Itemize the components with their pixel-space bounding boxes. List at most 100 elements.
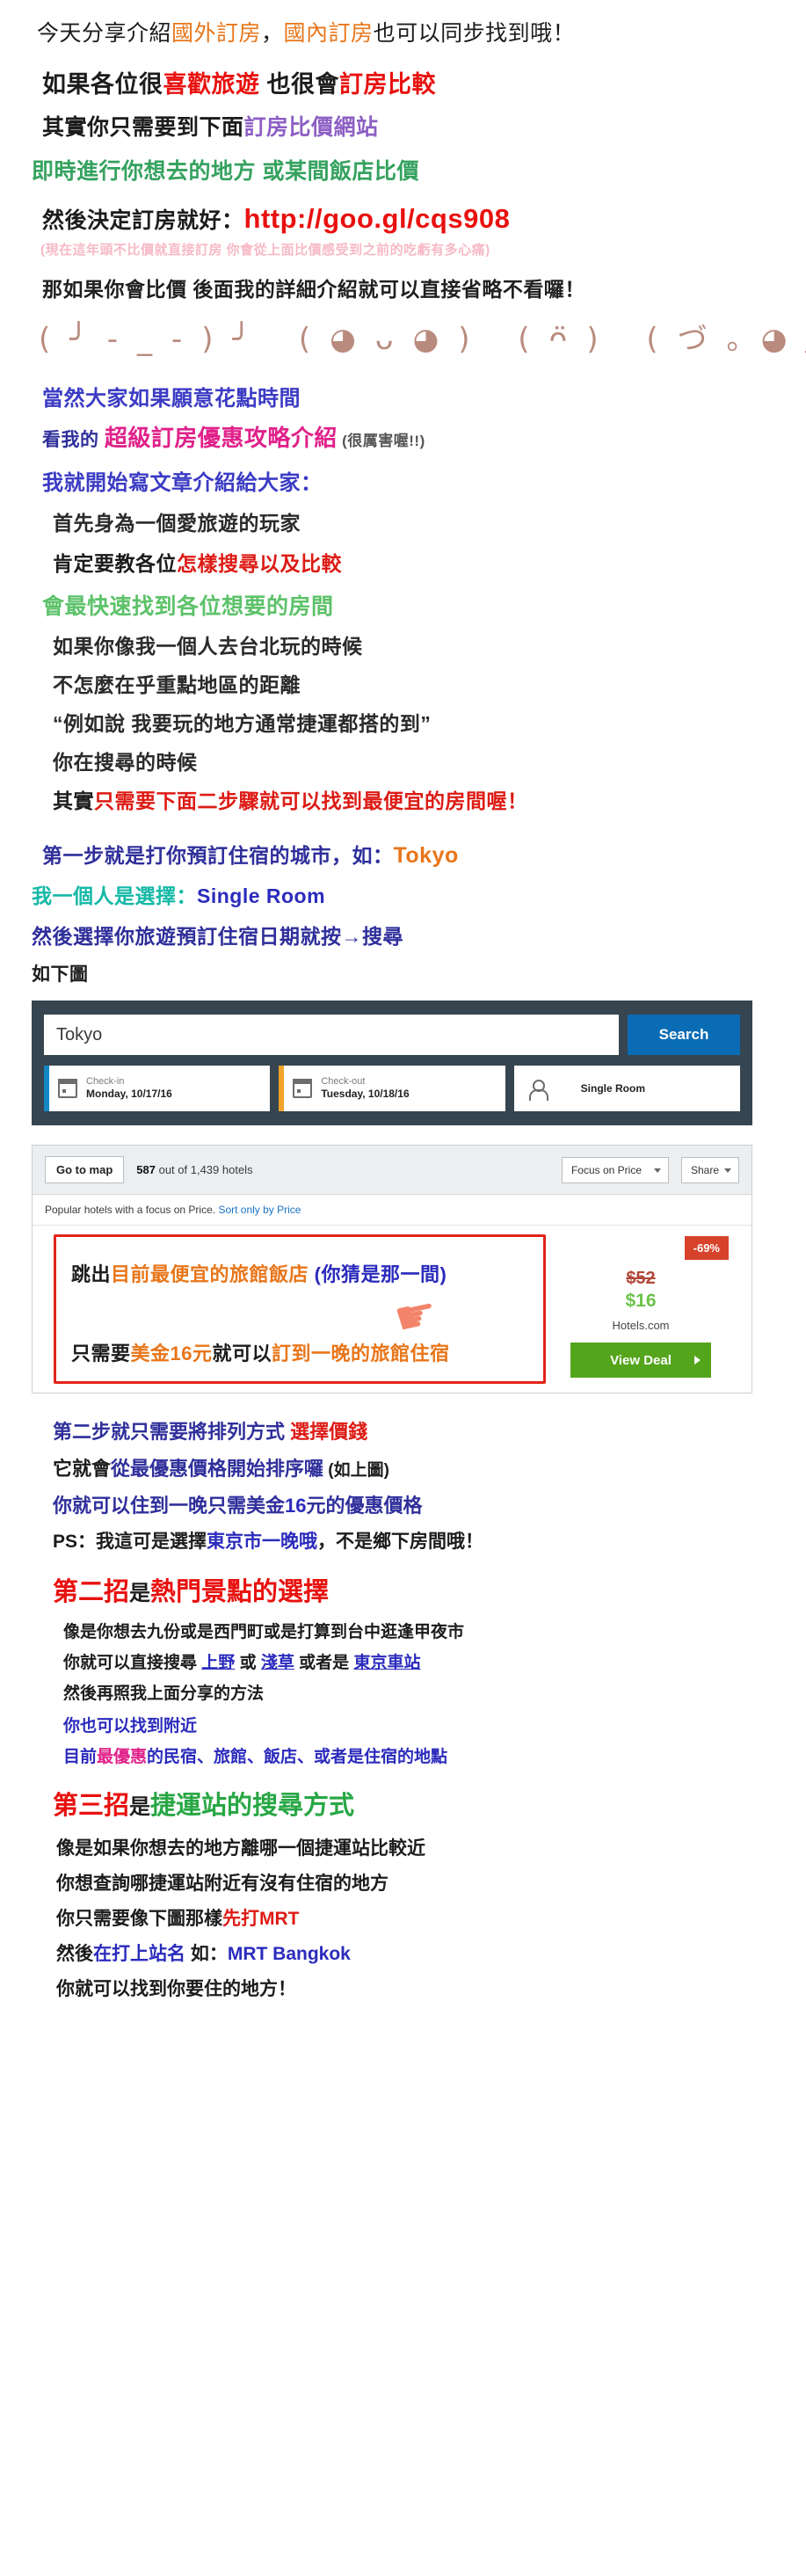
price-current: $16 <box>625 1291 657 1311</box>
page-title: 今天分享介紹國外訂房，國內訂房也可以同步找到哦！ <box>0 0 806 56</box>
step2-line-2: 它就會從最優惠價格開始排序囉 (如上圖) <box>0 1446 806 1483</box>
sort-only-by-price-link[interactable]: Sort only by Price <box>218 1204 301 1216</box>
view-deal-button[interactable]: View Deal <box>570 1343 711 1378</box>
results-count: 587 out of 1,439 hotels <box>136 1163 252 1176</box>
trick2-line-2: 你就可以直接搜尋 上野 或 淺草 或者是 東京車站 <box>0 1644 806 1675</box>
results-toolbar: Go to map 587 out of 1,439 hotels Focus … <box>33 1146 752 1195</box>
trick2-heading: 第二招是熱門景點的選擇 <box>0 1555 806 1612</box>
step2-line-3-a: 你就可以住到 <box>53 1495 170 1517</box>
title-part-3: 國內訂房 <box>283 21 374 46</box>
intro-line-13: 如果你像我一個人去台北玩的時候 <box>53 635 363 658</box>
checkin-text: Check-in Monday, 10/17/16 <box>86 1076 172 1102</box>
trick3-heading-a: 第三招 <box>53 1792 130 1820</box>
trick2-line-2-c: 或 <box>235 1654 261 1672</box>
price-column: -69% $52 $16 Hotels.com View Deal <box>553 1236 729 1378</box>
intro-line-url: 然後決定訂房就好：http://goo.gl/cqs908 <box>0 191 806 236</box>
annotation-line-2: 只需要美金16元就可以訂到一晚的旅館住宿 <box>71 1338 450 1366</box>
trick3-line-4-c: 如： <box>185 1944 228 1964</box>
trick2-heading-b: 是 <box>129 1582 151 1605</box>
step2-line-1-a: 第二步就只需要將排列方式 <box>53 1421 291 1443</box>
hotel-search-widget[interactable]: Search Check-in Monday, 10/17/16 Check-o… <box>32 1001 752 1125</box>
step2-line-4-c: ，不是鄉下房間哦！ <box>317 1532 484 1552</box>
intro-line-3: 即時進行你想去的地方 或某間飯店比價 <box>32 159 419 184</box>
focus-on-price-label: Focus on Price <box>570 1163 643 1176</box>
step2-line-2-b: 從最優惠價格開始排序囉 <box>111 1458 324 1480</box>
booking-site-url[interactable]: http://goo.gl/cqs908 <box>244 203 511 234</box>
trick3-mrt-hint: 先打MRT <box>222 1909 300 1929</box>
intro-line-15: “例如說 我要玩的地方通常捷運都搭的到” <box>53 712 432 735</box>
intro-line-11-b: 怎樣搜尋以及比較 <box>177 552 342 575</box>
calendar-icon <box>58 1079 77 1098</box>
step2-line-3: 你就可以住到一晚只需美金16元的優惠價格 <box>0 1483 806 1520</box>
checkin-value: Monday, 10/17/16 <box>86 1088 172 1101</box>
annotation-line-1-b: 目前最便宜的旅館飯店 <box>111 1263 309 1285</box>
trick2-line-5-b: 最優惠 <box>97 1748 148 1766</box>
intro-line-11-a: 肯定要教各位 <box>53 552 177 575</box>
intro-line-8: 看我的 超級訂房優惠攻略介紹 (很厲害喔!!) <box>0 413 806 455</box>
trick2-line-2-a: 你就可以直接搜尋 <box>63 1654 202 1672</box>
annotation-line-1: 跳出目前最便宜的旅館飯店 (你猜是那一間) <box>71 1259 447 1287</box>
annotation-line-1-a: 跳出 <box>71 1263 112 1285</box>
intro-line-10: 首先身為一個愛旅遊的玩家 <box>53 512 301 535</box>
go-to-map-button[interactable]: Go to map <box>45 1156 125 1183</box>
chevron-right-icon <box>694 1356 701 1364</box>
intro-line-7: 當然大家如果願意花點時間 <box>42 387 301 411</box>
focus-on-price-select[interactable]: Focus on Price <box>561 1156 669 1183</box>
step2-line-1-b: 選擇價錢 <box>290 1421 368 1443</box>
step1-city: Tokyo <box>393 843 459 868</box>
results-count-shown: 587 <box>136 1163 156 1176</box>
intro-line-1-d: 訂房比較 <box>339 71 437 98</box>
trick2-line-5-c: 的民宿、旅館、飯店、或者是住宿的地點 <box>147 1748 448 1766</box>
checkout-label: Check-out <box>321 1075 366 1087</box>
pointing-hand-icon: ☛ <box>388 1284 443 1348</box>
trick3-heading: 第三招是捷運站的搜尋方式 <box>0 1769 806 1825</box>
trick2-line-5: 目前最優惠的民宿、旅館、飯店、或者是住宿的地點 <box>0 1738 806 1769</box>
step1-room-type: Single Room <box>197 884 326 907</box>
calendar-icon <box>293 1079 313 1098</box>
intro-line-17-b: 只需要下面二步驟就可以找到最便宜的房間喔！ <box>94 790 528 812</box>
trick2-line-4: 你也可以找到附近 <box>63 1717 198 1736</box>
room-type-field[interactable]: Single Room <box>513 1066 740 1111</box>
trick2-heading-c: 熱門景點的選擇 <box>150 1578 330 1606</box>
intro-line-2-b: 訂房比價網站 <box>243 115 379 140</box>
step2-line-4-a: PS：我這可是選擇 <box>53 1532 207 1552</box>
step2-line-4-b: 東京市一晚哦 <box>207 1532 318 1552</box>
search-widget-bottom-row: Check-in Monday, 10/17/16 Check-out Tues… <box>44 1066 740 1111</box>
checkout-field[interactable]: Check-out Tuesday, 10/18/16 <box>279 1066 505 1111</box>
person-icon <box>528 1079 548 1101</box>
search-button[interactable]: Search <box>628 1015 740 1055</box>
step2-line-2-a: 它就會 <box>53 1458 112 1480</box>
trick3-line-2: 你想查詢哪捷運站附近有沒有住宿的地方 <box>56 1874 388 1894</box>
intro-line-1-b: 喜歡旅遊 <box>163 71 260 98</box>
chevron-down-icon <box>653 1168 661 1173</box>
intro-line-14: 不怎麼在乎重點地區的距離 <box>53 673 301 696</box>
emoticon-row: (╯-_-)╯ (◕ᴗ◕) (ᴖ̈) (づ｡◕‿◕｡)づ (˘⌣˘) (¬‿¬)… <box>39 322 806 357</box>
checkin-field[interactable]: Check-in Monday, 10/17/16 <box>44 1066 271 1111</box>
step1-line-2: 我一個人是選擇：Single Room <box>0 870 806 911</box>
trick2-line-2-e: 或者是 <box>294 1654 354 1672</box>
intro-line-6: 那如果你會比價 後面我的詳細介紹就可以直接省略不看囉！ <box>42 278 585 301</box>
intro-line-1-a: 如果各位很 <box>42 71 163 98</box>
results-body: 跳出目前最便宜的旅館飯店 (你猜是那一間) ☛ 只需要美金16元就可以訂到一晚的… <box>33 1226 752 1393</box>
step2-price-amount: 16 <box>285 1495 307 1517</box>
trick3-heading-b: 是 <box>129 1795 151 1819</box>
price-source: Hotels.com <box>612 1319 670 1332</box>
trick2-line-1: 像是你想去九份或是西門町或是打算到台中逛逢甲夜市 <box>63 1623 465 1641</box>
intro-line-1-c: 也很會 <box>259 71 340 98</box>
chevron-down-icon <box>724 1168 731 1173</box>
trick3-mrt-example: MRT Bangkok <box>227 1944 351 1964</box>
intro-line-2-a: 其實你只需要到下面 <box>42 115 244 140</box>
intro-line-16: 你在搜尋的時候 <box>53 751 198 774</box>
annotation-line-2-b: 美金16元 <box>130 1343 213 1364</box>
trick3-line-1: 像是如果你想去的地方離哪一個捷運站比較近 <box>56 1838 425 1859</box>
share-select[interactable]: Share <box>680 1156 739 1183</box>
landmark-tokyo-station: 東京車站 <box>353 1654 421 1672</box>
annotation-line-2-d: 訂到一晚的旅館住宿 <box>272 1343 450 1364</box>
intro-note: (現在這年頭不比價就直接訂房 你會從上面比價感受到之前的吃虧有多心痛) <box>0 236 806 264</box>
super-guide-title: 超級訂房優惠攻略介紹 <box>104 425 338 451</box>
sort-description: Popular hotels with a focus on Price. <box>45 1204 219 1216</box>
step2-line-1: 第二步就只需要將排列方式 選擇價錢 <box>0 1408 806 1446</box>
destination-input[interactable] <box>44 1015 619 1055</box>
title-part-1: 國外訂房 <box>171 21 262 46</box>
annotation-line-2-c: 就可以 <box>212 1343 272 1364</box>
